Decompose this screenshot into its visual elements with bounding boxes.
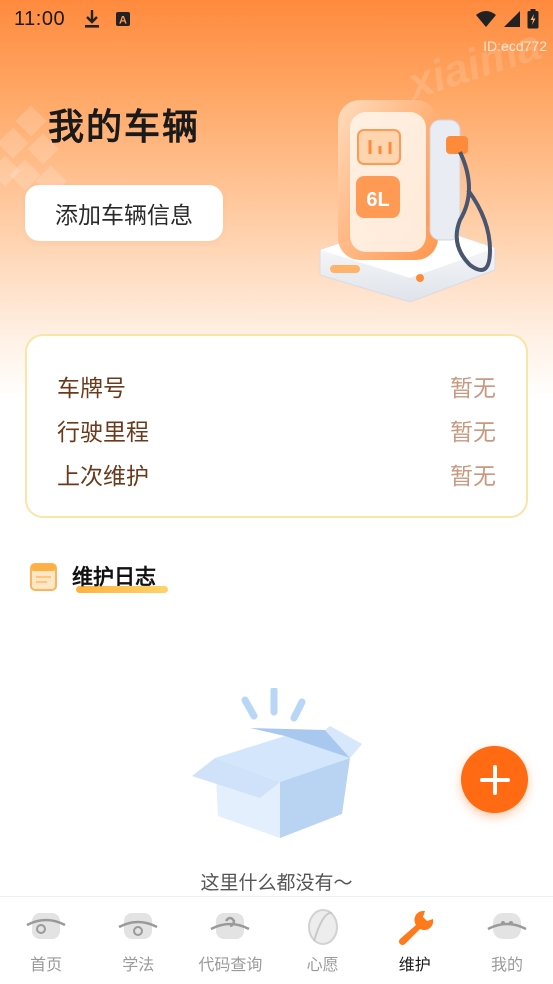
download-icon [85, 10, 100, 28]
code-query-icon [210, 913, 251, 939]
info-value: 暂无 [450, 420, 496, 446]
tab-home[interactable]: 首页 [0, 897, 92, 984]
empty-state-text: 这里什么都没有～ [200, 872, 353, 894]
tab-label: 维护 [398, 955, 431, 974]
vehicle-info-card: 车牌号 暂无 行驶里程 暂无 上次维护 暂无 [25, 334, 528, 518]
info-row-last-maintenance: 上次维护 暂无 [57, 452, 496, 496]
plus-icon [479, 764, 510, 795]
tab-label: 心愿 [306, 955, 339, 974]
wrench-icon [398, 911, 434, 946]
maintenance-log-title-wrap: 维护日志 [72, 561, 168, 593]
empty-box-illustration [192, 688, 362, 838]
tab-maintenance[interactable]: 维护 [369, 897, 461, 984]
info-value: 暂无 [450, 464, 496, 490]
wifi-icon [476, 11, 496, 27]
tab-code-query[interactable]: 代码查询 [184, 897, 276, 984]
info-label: 上次维护 [57, 464, 149, 490]
add-maintenance-fab[interactable] [461, 746, 528, 813]
info-label: 车牌号 [57, 376, 126, 402]
tab-profile[interactable]: 我的 [461, 897, 553, 984]
study-icon [118, 913, 158, 939]
info-row-mileage: 行驶里程 暂无 [57, 408, 496, 452]
notepad-icon [30, 563, 57, 591]
tab-study[interactable]: 学法 [92, 897, 184, 984]
maintenance-log-title: 维护日志 [72, 565, 156, 589]
add-vehicle-button[interactable]: 添加车辆信息 [25, 185, 223, 241]
info-row-plate: 车牌号 暂无 [57, 364, 496, 408]
signal-icon [504, 11, 520, 27]
tab-label: 学法 [122, 955, 155, 974]
fuel-pump-illustration: 6L [319, 100, 496, 303]
info-label: 行驶里程 [57, 420, 149, 446]
pump-label: 6L [366, 189, 389, 211]
info-value: 暂无 [450, 376, 496, 402]
tab-label: 首页 [30, 955, 63, 974]
home-icon [26, 913, 66, 939]
battery-icon [527, 9, 539, 29]
wish-icon [307, 909, 338, 945]
status-time: 11:00 [14, 7, 66, 30]
status-bar: 11:00 A [0, 0, 553, 38]
profile-icon [487, 913, 527, 939]
svg-text:A: A [119, 15, 127, 27]
page-title: 我的车辆 [48, 107, 201, 148]
tab-label: 代码查询 [198, 955, 263, 974]
a-notification-icon: A [116, 12, 131, 27]
tab-wish[interactable]: 心愿 [277, 897, 369, 984]
maintenance-log-header: 维护日志 [28, 560, 168, 593]
bottom-tab-bar: 首页 学法 代码查询 心愿 维护 我的 [0, 896, 553, 984]
tab-label: 我的 [490, 955, 523, 974]
user-id-text: ID:ecd772 [483, 38, 547, 54]
